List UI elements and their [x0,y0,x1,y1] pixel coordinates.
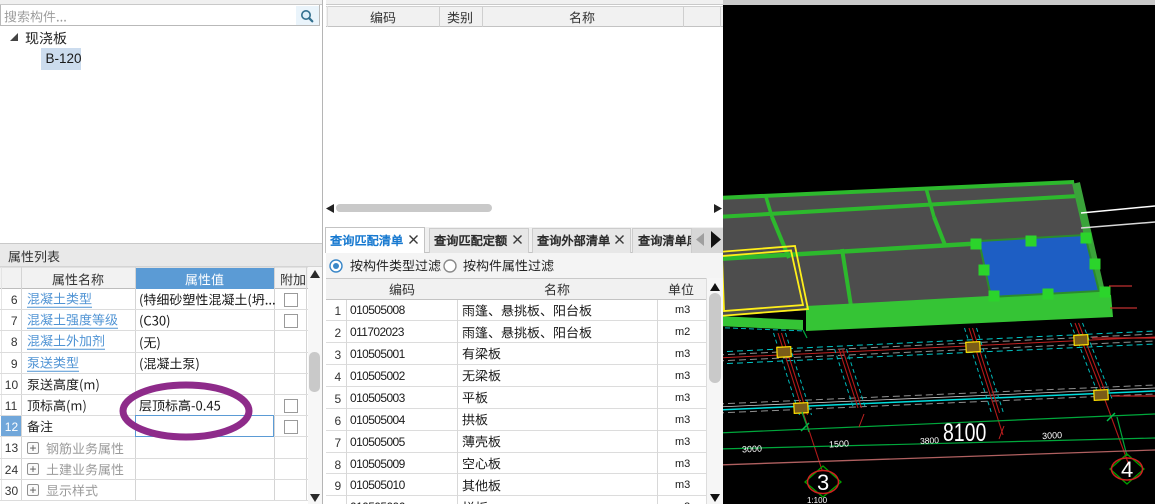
svg-text:3: 3 [817,470,829,495]
svg-text:3000: 3000 [1042,430,1063,441]
svg-text:1:100: 1:100 [807,496,828,504]
svg-text:4: 4 [1121,457,1133,482]
svg-text:8100: 8100 [943,419,986,447]
svg-text:3000: 3000 [742,443,763,454]
svg-text:1500: 1500 [829,438,850,449]
svg-text:3800: 3800 [920,435,940,446]
